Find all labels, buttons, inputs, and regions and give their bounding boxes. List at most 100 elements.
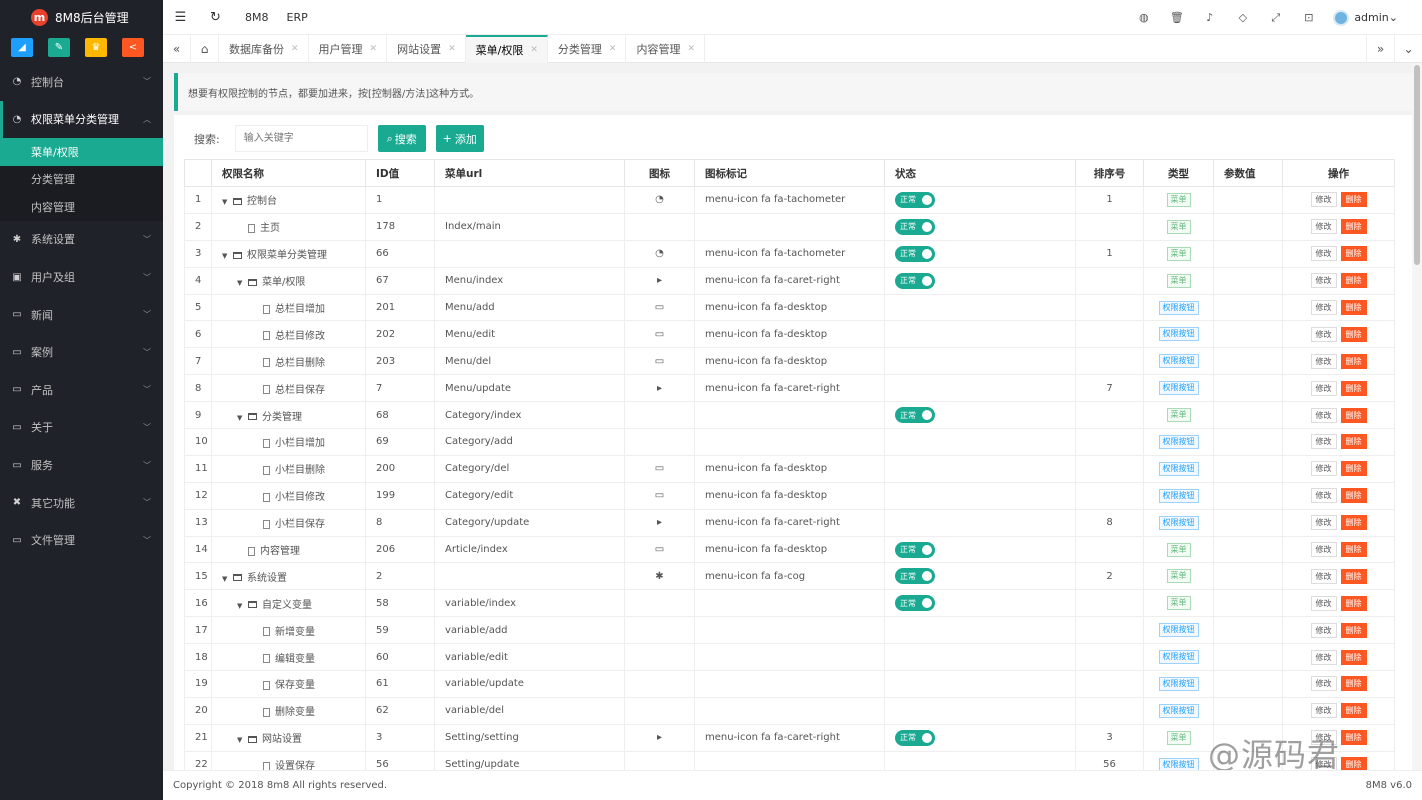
permission-name[interactable]: 总栏目保存 (211, 374, 366, 403)
bell-icon[interactable]: ♪ (1193, 11, 1226, 24)
status-toggle[interactable]: 正常 (895, 595, 935, 612)
sidebar-item-9[interactable]: ▭ 服务 ﹀ (0, 446, 163, 484)
permission-name[interactable]: 小栏目修改 (211, 481, 366, 510)
edit-button[interactable]: 修改 (1310, 300, 1337, 315)
delete-button[interactable]: 删除 (1340, 676, 1367, 692)
permission-name[interactable]: ▼ 控制台 (211, 186, 366, 214)
delete-button[interactable]: 删除 (1340, 246, 1367, 262)
page-tab-1[interactable]: 数据库备份 ✕ (219, 34, 309, 63)
edit-button[interactable]: 修改 (1310, 649, 1337, 665)
delete-button[interactable]: 删除 (1340, 488, 1367, 504)
add-button[interactable]: + 添加 (435, 125, 484, 152)
page-tab-4[interactable]: 菜单/权限 ✕ (465, 34, 548, 63)
edit-button[interactable]: 修改 (1310, 219, 1337, 235)
permission-name[interactable]: ▼ 菜单/权限 (211, 266, 366, 295)
close-icon[interactable]: ✕ (530, 45, 538, 55)
search-button[interactable]: ⌕ 搜索 (377, 125, 426, 152)
home-icon[interactable]: ⌂ (191, 34, 219, 63)
permission-name[interactable]: 新增变量 (211, 616, 366, 645)
caret-down-icon[interactable]: ▼ (237, 736, 248, 744)
sidebar-subitem-1[interactable]: 菜单/权限 (0, 138, 163, 166)
app-logo[interactable]: m 8M8后台管理 (0, 0, 163, 35)
status-toggle[interactable]: 正常 (895, 218, 935, 235)
user-menu[interactable]: admin ⌄ (1325, 9, 1422, 26)
header-tab-erp[interactable]: ERP (287, 11, 308, 24)
lock-icon[interactable]: ⊡ (1292, 11, 1325, 24)
page-scrollbar[interactable] (1412, 63, 1422, 770)
delete-button[interactable]: 删除 (1340, 622, 1367, 638)
status-toggle[interactable]: 正常 (895, 729, 935, 746)
quick-button-4[interactable]: < (122, 38, 144, 57)
close-icon[interactable]: ✕ (448, 44, 456, 54)
sidebar-item-6[interactable]: ▭ 案例 ﹀ (0, 333, 163, 371)
caret-down-icon[interactable]: ▼ (222, 575, 233, 583)
scrollbar-thumb[interactable] (1414, 65, 1420, 265)
delete-button[interactable]: 删除 (1340, 703, 1367, 719)
sidebar-subitem-3[interactable]: 内容管理 (0, 193, 163, 221)
permission-name[interactable]: 小栏目增加 (211, 428, 366, 456)
delete-button[interactable]: 删除 (1340, 300, 1367, 315)
permission-name[interactable]: 总栏目删除 (211, 347, 366, 376)
sidebar-item-5[interactable]: ▭ 新闻 ﹀ (0, 296, 163, 334)
edit-button[interactable]: 修改 (1310, 622, 1337, 638)
header-tab-8m8[interactable]: 8M8 (245, 11, 269, 24)
page-tab-3[interactable]: 网站设置 ✕ (387, 34, 466, 63)
edit-button[interactable]: 修改 (1310, 488, 1337, 504)
close-icon[interactable]: ✕ (687, 44, 695, 54)
edit-button[interactable]: 修改 (1310, 568, 1337, 584)
caret-down-icon[interactable]: ▼ (222, 198, 233, 206)
page-tab-5[interactable]: 分类管理 ✕ (548, 34, 627, 63)
caret-down-icon[interactable]: ▼ (237, 414, 248, 422)
permission-name[interactable]: ▼ 自定义变量 (211, 589, 366, 618)
tabs-menu-icon[interactable]: ⌄ (1394, 35, 1422, 63)
caret-down-icon[interactable]: ▼ (237, 602, 248, 610)
edit-button[interactable]: 修改 (1310, 192, 1337, 208)
delete-button[interactable]: 删除 (1340, 273, 1367, 289)
edit-button[interactable]: 修改 (1310, 515, 1337, 531)
delete-button[interactable]: 删除 (1340, 730, 1367, 746)
caret-down-icon[interactable]: ▼ (222, 252, 233, 260)
sidebar-item-4[interactable]: ▣ 用户及组 ﹀ (0, 258, 163, 296)
delete-button[interactable]: 删除 (1340, 407, 1367, 423)
close-icon[interactable]: ✕ (291, 44, 299, 54)
delete-button[interactable]: 删除 (1340, 568, 1367, 584)
edit-button[interactable]: 修改 (1310, 461, 1337, 477)
permission-name[interactable]: ▼ 网站设置 (211, 723, 366, 752)
fullscreen-icon[interactable]: ⤢ (1259, 11, 1292, 25)
permission-name[interactable]: 总栏目修改 (211, 320, 366, 349)
edit-button[interactable]: 修改 (1310, 676, 1337, 692)
page-tab-2[interactable]: 用户管理 ✕ (309, 34, 388, 63)
edit-button[interactable]: 修改 (1310, 326, 1337, 342)
status-toggle[interactable]: 正常 (895, 245, 935, 262)
permission-name[interactable]: ▼ 权限菜单分类管理 (211, 239, 366, 268)
edit-button[interactable]: 修改 (1310, 380, 1337, 396)
page-tab-6[interactable]: 内容管理 ✕ (626, 34, 705, 63)
search-input[interactable] (234, 125, 368, 152)
delete-button[interactable]: 删除 (1340, 649, 1367, 665)
caret-down-icon[interactable]: ▼ (237, 279, 248, 287)
permission-name[interactable]: ▼ 分类管理 (211, 401, 366, 430)
edit-button[interactable]: 修改 (1310, 353, 1337, 369)
edit-button[interactable]: 修改 (1310, 273, 1337, 289)
edit-button[interactable]: 修改 (1310, 595, 1337, 611)
status-toggle[interactable]: 正常 (895, 191, 935, 208)
delete-button[interactable]: 删除 (1340, 353, 1367, 369)
sidebar-item-10[interactable]: ✖ 其它功能 ﹀ (0, 484, 163, 522)
delete-button[interactable]: 删除 (1340, 326, 1367, 342)
tag-icon[interactable]: ◇ (1226, 11, 1259, 24)
sidebar-item-11[interactable]: ▭ 文件管理 ﹀ (0, 521, 163, 559)
trash-icon[interactable]: 🗑 (1160, 11, 1193, 24)
delete-button[interactable]: 删除 (1340, 219, 1367, 235)
sidebar-subitem-2[interactable]: 分类管理 (0, 166, 163, 194)
permission-name[interactable]: 设置保存 (211, 750, 366, 770)
quick-button-3[interactable]: ♛ (85, 38, 107, 57)
delete-button[interactable]: 删除 (1340, 595, 1367, 611)
permission-name[interactable]: 保存变量 (211, 670, 366, 698)
delete-button[interactable]: 删除 (1340, 757, 1367, 770)
permission-name[interactable]: 主页 (211, 212, 366, 241)
delete-button[interactable]: 删除 (1340, 192, 1367, 208)
sidebar-item-1[interactable]: ◔ 控制台 ﹀ (0, 63, 163, 101)
delete-button[interactable]: 删除 (1340, 515, 1367, 531)
sidebar-item-3[interactable]: ✱ 系统设置 ﹀ (0, 221, 163, 259)
edit-button[interactable]: 修改 (1310, 246, 1337, 262)
